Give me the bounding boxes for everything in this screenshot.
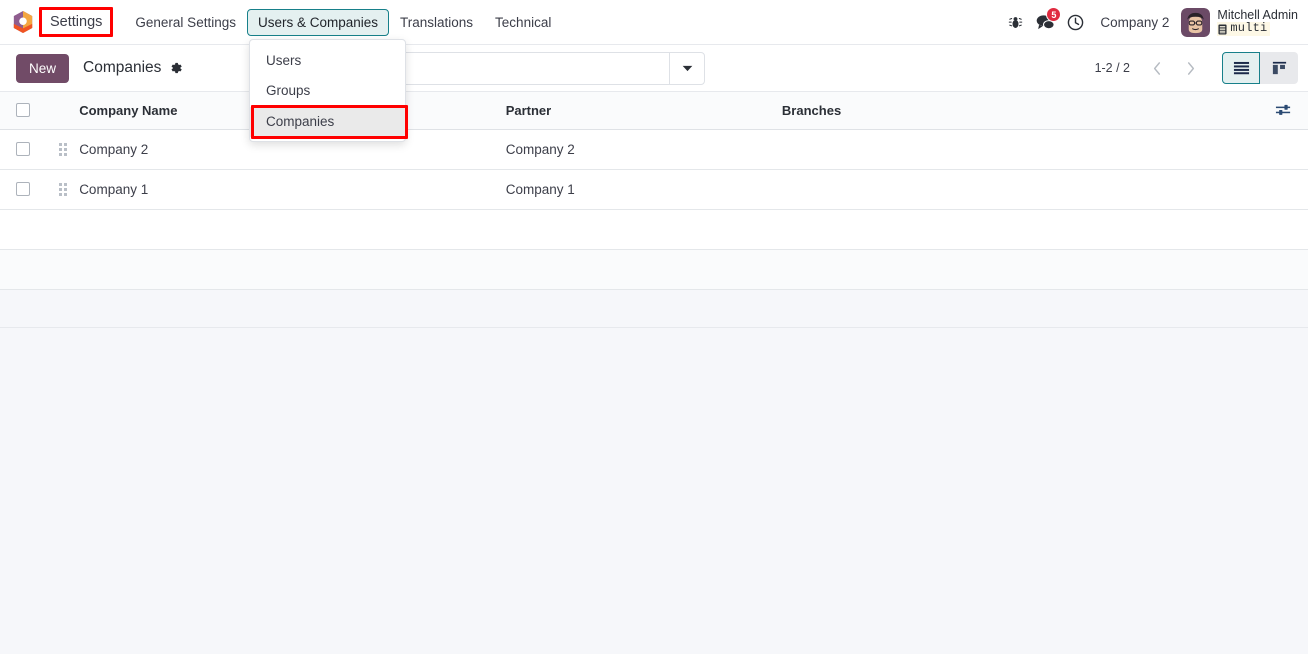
odoo-logo-icon[interactable] [12,10,34,34]
messages-icon[interactable]: 5 [1030,7,1062,37]
breadcrumb: Companies [83,59,183,77]
menu-item-translations[interactable]: Translations [389,9,484,36]
table-header-row: Company Name Partner Branches [0,92,1308,130]
new-button[interactable]: New [16,53,70,83]
chevron-left-icon [1153,61,1161,75]
user-menu[interactable]: Mitchell Admin multi [1177,7,1298,37]
column-header-partner[interactable]: Partner [505,92,782,130]
kanban-view-icon [1272,61,1286,75]
row-handle-cell [46,169,80,210]
sliders-icon [1276,105,1291,116]
row-end-cell [1259,169,1308,210]
optional-columns-toggle[interactable] [1259,103,1308,117]
database-indicator: multi [1217,21,1271,36]
view-switcher [1222,52,1298,84]
empty-cell [0,209,1308,250]
table-row[interactable]: Company 1 Company 1 [0,169,1308,210]
control-panel-right: 1-2 / 2 [1095,52,1298,84]
user-info: Mitchell Admin multi [1217,8,1298,36]
debug-bug-icon[interactable] [1000,7,1030,37]
control-panel: New Companies 1-2 / 2 [0,45,1308,92]
dropdown-item-companies[interactable]: Companies [250,106,405,137]
menu-item-general-settings[interactable]: General Settings [124,9,247,36]
company-switcher[interactable]: Company 2 [1090,15,1177,30]
handle-header [46,92,80,130]
top-navbar: Settings General Settings Users & Compan… [0,0,1308,142]
pager-previous-button[interactable] [1140,52,1174,84]
cell-partner[interactable]: Company 1 [505,169,782,210]
activities-clock-icon[interactable] [1060,7,1090,37]
pager-count[interactable]: 1-2 / 2 [1095,61,1130,75]
list-view-button[interactable] [1222,52,1260,84]
cell-branches[interactable] [781,129,1260,170]
row-select-cell [0,129,47,170]
gear-icon[interactable] [169,61,183,75]
table-header: Company Name Partner Branches [0,92,1308,130]
cell-branches[interactable] [781,169,1260,210]
current-app-name-wrapper: Settings [39,7,114,37]
row-checkbox[interactable] [16,182,31,196]
row-end-cell [1259,129,1308,170]
dropdown-item-companies-wrapper: Companies [250,104,408,139]
select-all-checkbox[interactable] [16,103,31,118]
optional-columns-header [1259,92,1308,130]
pager-next-button[interactable] [1174,52,1208,84]
row-handle-cell [46,129,80,170]
avatar [1181,7,1211,37]
cell-partner[interactable]: Company 2 [505,129,782,170]
cell-company-name[interactable]: Company 1 [79,169,506,210]
drag-handle-icon[interactable] [58,142,67,156]
navbar-right-section: 5 Company 2 Mitchell Admin multi [1000,7,1298,37]
dropdown-item-users[interactable]: Users [250,46,405,76]
user-name: Mitchell Admin [1217,8,1298,23]
drag-handle-icon[interactable] [58,182,67,196]
messages-count-badge: 5 [1046,7,1062,22]
database-name: multi [1230,21,1268,36]
users-and-companies-dropdown: Users Groups Companies [249,39,408,142]
table-row[interactable]: Company 2 Company 2 [0,129,1308,170]
list-footer [0,289,1308,328]
row-select-cell [0,169,47,210]
page-title: Companies [83,59,162,76]
companies-table: Company Name Partner Branches Company 2 … [0,92,1308,290]
kanban-view-button[interactable] [1260,52,1298,84]
search-dropdown-toggle[interactable] [669,52,704,84]
caret-down-icon [682,65,693,71]
table-empty-row [0,209,1308,250]
menu-item-users-and-companies[interactable]: Users & Companies [246,8,390,36]
table-body: Company 2 Company 2 Company 1 Company 1 [0,129,1308,290]
list-view: Company Name Partner Branches Company 2 … [0,92,1308,328]
select-all-header [0,92,47,130]
column-header-branches[interactable]: Branches [781,92,1260,130]
current-app-name[interactable]: Settings [44,11,108,33]
empty-cell [0,249,1308,290]
database-icon [1218,24,1227,34]
list-view-icon [1233,61,1249,75]
dropdown-item-groups[interactable]: Groups [250,76,405,106]
chevron-right-icon [1187,61,1195,75]
app-menu-items: General Settings Users & Companies Trans… [124,8,562,36]
row-checkbox[interactable] [16,142,31,156]
menu-item-technical[interactable]: Technical [484,9,562,36]
table-empty-row [0,249,1308,290]
